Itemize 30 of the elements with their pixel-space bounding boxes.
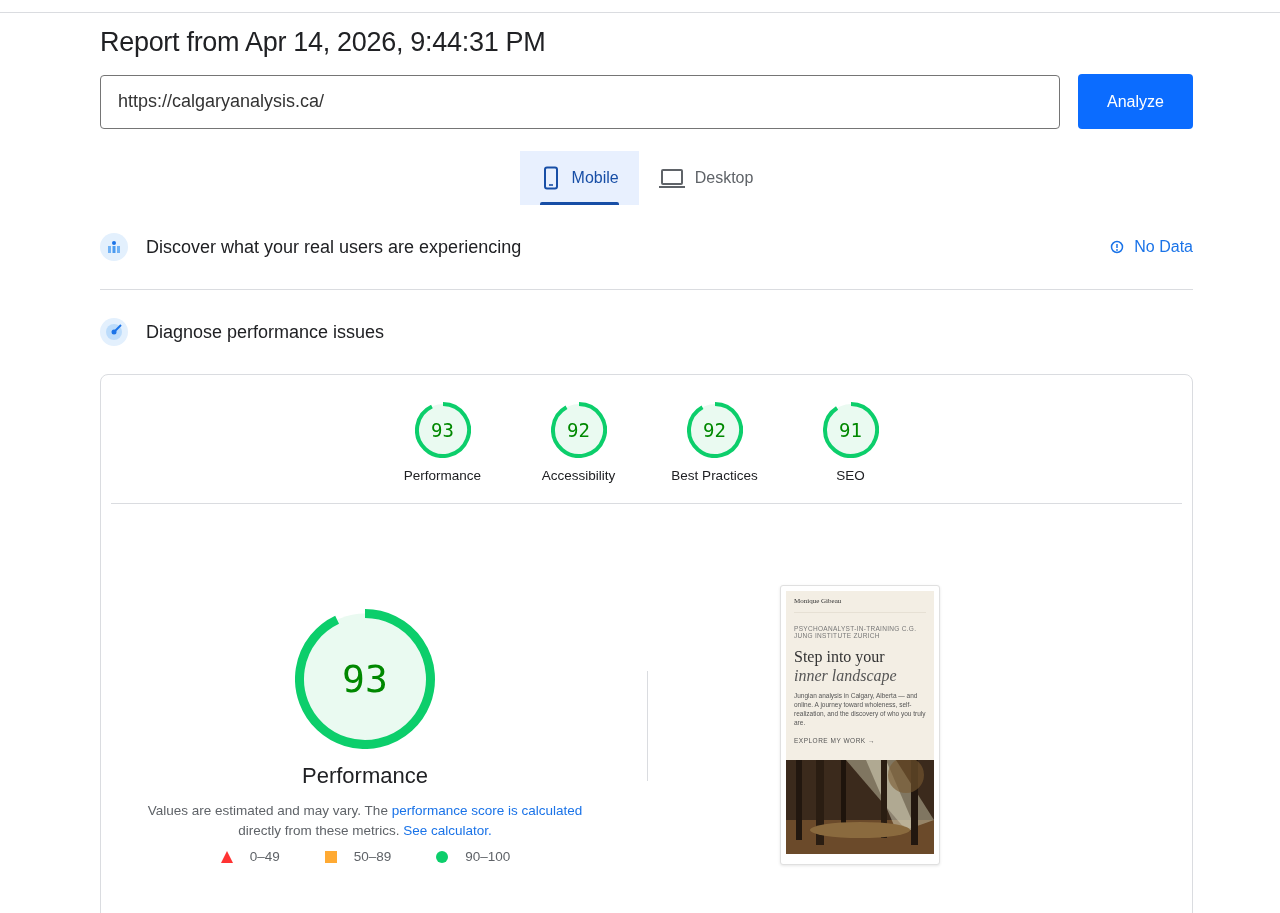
users-icon: [100, 233, 128, 261]
gauge-icon: [100, 318, 128, 346]
score-value: 93: [431, 419, 454, 441]
score-value: 91: [839, 419, 862, 441]
category-label[interactable]: Best Practices: [671, 468, 758, 483]
section-title: Discover what your real users are experiencing: [146, 236, 523, 258]
legend-label: 90–100: [465, 849, 511, 864]
headline: Step into your: [794, 647, 886, 666]
device-tab[interactable]: Desktop: [638, 151, 774, 205]
category-label[interactable]: Performance: [403, 468, 482, 483]
info-icon: [1110, 240, 1125, 254]
description-text: Values are estimated and may vary. The performance score is calculated directly from these metrics. See calculator.: [146, 802, 584, 840]
no-data-link[interactable]: No Data: [1110, 238, 1193, 256]
laptop-icon: [658, 167, 685, 189]
score-value: 92: [703, 419, 726, 441]
url-field[interactable]: https://calgaryanalysis.ca/: [100, 74, 1060, 129]
section-title: Diagnose performance issues: [146, 321, 386, 343]
text-link[interactable]: performance score is calculated: [391, 803, 583, 818]
device-tab[interactable]: Mobile: [519, 151, 639, 205]
legend-label: 0–49: [249, 849, 280, 864]
headline: inner landscape: [794, 666, 898, 685]
analyze-button[interactable]: Analyze: [1078, 74, 1193, 129]
text-link[interactable]: See calculator.: [403, 823, 492, 838]
score-value: 92: [567, 419, 590, 441]
gauge-title: Performance: [302, 763, 428, 789]
category-label[interactable]: SEO: [836, 468, 865, 483]
legend-label: 50–89: [353, 849, 392, 864]
score-value: 93: [342, 657, 388, 701]
category-label[interactable]: Accessibility: [541, 468, 616, 483]
report-title: Report from Apr 14, 2026, 9:44:31 PM: [100, 27, 547, 58]
